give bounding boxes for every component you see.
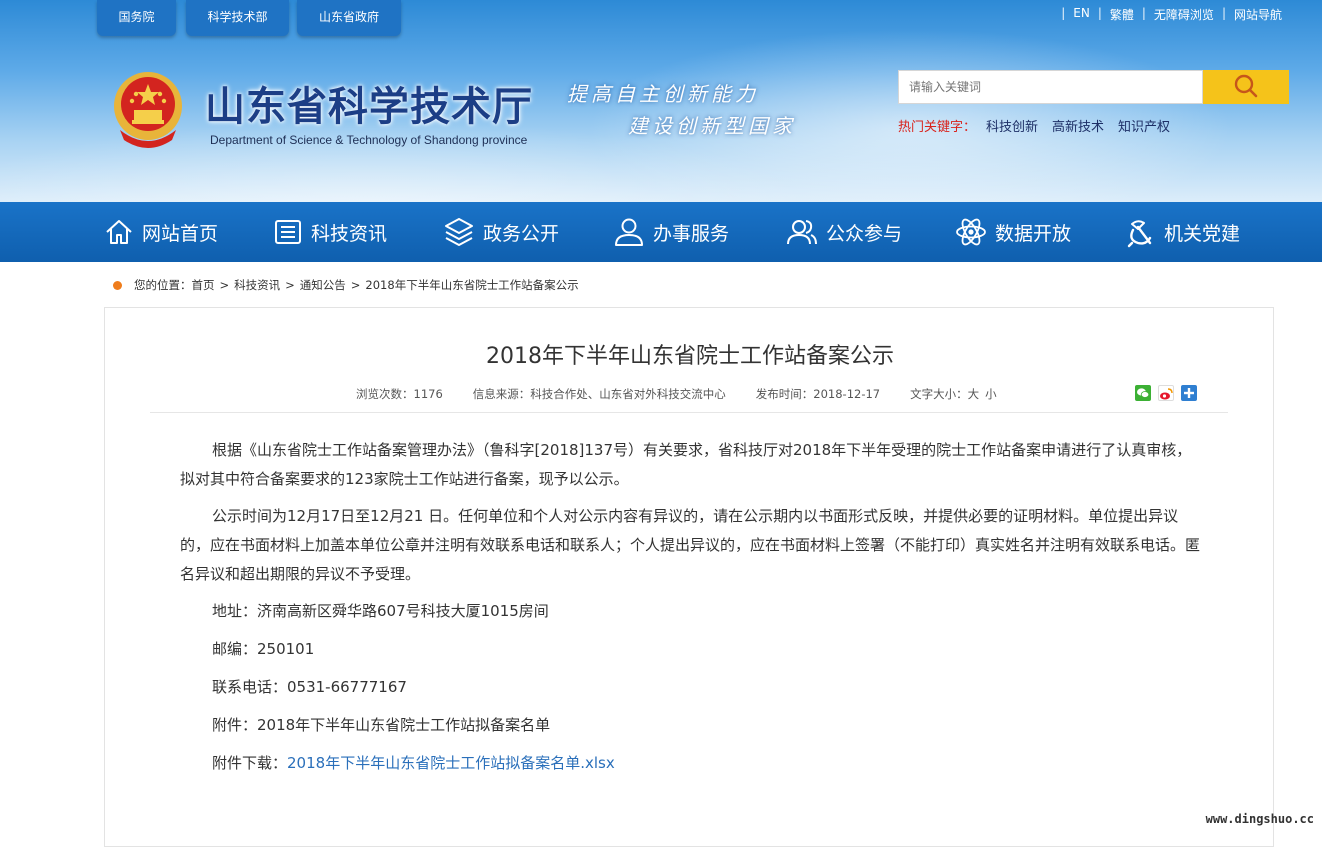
users-icon: [787, 220, 817, 245]
nav-label: 公众参与: [826, 222, 903, 245]
breadcrumb-dot-icon: [113, 280, 122, 290]
plus-share-icon[interactable]: [1181, 385, 1197, 401]
breadcrumb: 您的位置： 首页 > 科技资讯 > 通知公告 > 2018年下半年山东省院士工作…: [113, 277, 579, 293]
atom-icon: [956, 218, 986, 246]
link-site-nav[interactable]: 网站导航: [1234, 6, 1282, 23]
breadcrumb-prefix: 您的位置：: [134, 278, 192, 292]
paragraph: 公示时间为12月17日至12月21 日。任何单位和个人对公示内容有异议的，请在公…: [180, 507, 1201, 583]
slogan-line-1: 提高自主创新能力: [567, 82, 759, 106]
search-button[interactable]: [1203, 70, 1289, 104]
breadcrumb-current: 2018年下半年山东省院士工作站备案公示: [365, 278, 579, 292]
news-icon: [275, 220, 301, 244]
nav-services[interactable]: 办事服务: [613, 202, 729, 262]
top-links: | EN | 繁體 | 无障碍浏览 | 网站导航: [1061, 6, 1282, 23]
article-body: 根据《山东省院士工作站备案管理办法》（鲁科字[2018]137号）有关要求，省科…: [180, 436, 1202, 787]
download-line: 附件下载：2018年下半年山东省院士工作站拟备案名单.xlsx: [180, 749, 1202, 778]
divider: [150, 412, 1228, 413]
publish-date: 发布时间：2018-12-17: [755, 387, 881, 401]
link-accessibility[interactable]: 无障碍浏览: [1154, 6, 1214, 23]
nav-label: 政务公开: [483, 222, 560, 245]
breadcrumb-link-home[interactable]: 首页: [192, 277, 215, 293]
nav-label: 办事服务: [653, 222, 730, 245]
layers-icon: [445, 218, 473, 246]
search-input[interactable]: [898, 70, 1203, 104]
nav-label: 网站首页: [142, 222, 219, 245]
breadcrumb-link-notices[interactable]: 通知公告: [300, 277, 346, 293]
user-icon: [615, 218, 643, 246]
top-tab-shandong-gov[interactable]: 山东省政府: [297, 0, 401, 36]
nav-party[interactable]: 机关党建: [1124, 202, 1240, 262]
nav-label: 科技资讯: [311, 222, 388, 245]
postcode-line: 邮编：250101: [212, 640, 315, 658]
download-label: 附件下载：: [212, 754, 288, 772]
nav-news[interactable]: 科技资讯: [273, 202, 387, 262]
hot-keyword[interactable]: 科技创新: [986, 116, 1038, 135]
national-emblem-icon: [114, 72, 182, 148]
article-meta: 浏览次数：1176 信息来源：科技合作处、山东省对外科技交流中心 发布时间：20…: [356, 386, 997, 402]
hot-keywords: 热门关键字： 科技创新 高新技术 知识产权: [898, 116, 1184, 135]
wechat-icon[interactable]: [1135, 385, 1151, 401]
nav-label: 机关党建: [1164, 222, 1241, 245]
top-tab-most[interactable]: 科学技术部: [186, 0, 289, 36]
font-big-button[interactable]: 大: [968, 386, 980, 402]
site-subtitle: Department of Science & Technology of Sh…: [210, 133, 528, 147]
breadcrumb-separator: >: [285, 278, 295, 292]
share-buttons: [1135, 385, 1204, 401]
hot-keyword[interactable]: 知识产权: [1118, 116, 1170, 135]
link-english[interactable]: EN: [1073, 6, 1090, 23]
nav-open-data[interactable]: 数据开放: [955, 202, 1071, 262]
site-header: 国务院 科学技术部 山东省政府 | EN | 繁體 | 无障碍浏览 | 网站导航…: [0, 0, 1322, 202]
link-traditional[interactable]: 繁體: [1110, 6, 1134, 23]
attachment-line: 附件：2018年下半年山东省院士工作站拟备案名单: [212, 716, 551, 734]
nav-label: 数据开放: [995, 222, 1072, 245]
font-size-label: 文字大小：: [910, 387, 968, 401]
watermark: www.dingshuo.cc: [1205, 812, 1314, 826]
breadcrumb-separator: >: [350, 278, 361, 292]
breadcrumb-separator: >: [219, 278, 230, 292]
slogan-line-2: 建设创新型国家: [628, 114, 796, 138]
view-count: 浏览次数：1176: [356, 387, 443, 401]
nav-public[interactable]: 公众参与: [786, 202, 902, 262]
weibo-icon[interactable]: [1158, 385, 1174, 401]
top-tab-state-council[interactable]: 国务院: [97, 0, 176, 36]
article-title: 2018年下半年山东省院士工作站备案公示: [486, 344, 894, 369]
nav-home[interactable]: 网站首页: [104, 202, 218, 262]
nav-gov-affairs[interactable]: 政务公开: [443, 202, 559, 262]
attachment-download-link[interactable]: 2018年下半年山东省院士工作站拟备案名单.xlsx: [287, 754, 615, 772]
phone-line: 联系电话：0531-66777167: [212, 678, 407, 696]
hot-keyword[interactable]: 高新技术: [1052, 116, 1104, 135]
search-icon: [1234, 74, 1258, 97]
font-small-button[interactable]: 小: [985, 386, 997, 402]
paragraph: 根据《山东省院士工作站备案管理办法》（鲁科字[2018]137号）有关要求，省科…: [180, 441, 1192, 488]
article-panel: 2018年下半年山东省院士工作站备案公示 浏览次数：1176 信息来源：科技合作…: [104, 307, 1274, 847]
main-nav: 网站首页 科技资讯 政务公开 办事服务 公众参与 数据开放 机关党建: [0, 202, 1322, 262]
address-line: 地址：济南高新区舜华路607号科技大厦1015房间: [212, 602, 549, 620]
info-source: 信息来源：科技合作处、山东省对外科技交流中心: [472, 387, 726, 401]
site-title: 山东省科学技术厅: [205, 83, 533, 130]
home-icon: [106, 220, 132, 244]
hot-keywords-label: 热门关键字：: [898, 120, 977, 135]
party-icon: [1127, 220, 1152, 248]
breadcrumb-link-news[interactable]: 科技资讯: [234, 277, 280, 293]
